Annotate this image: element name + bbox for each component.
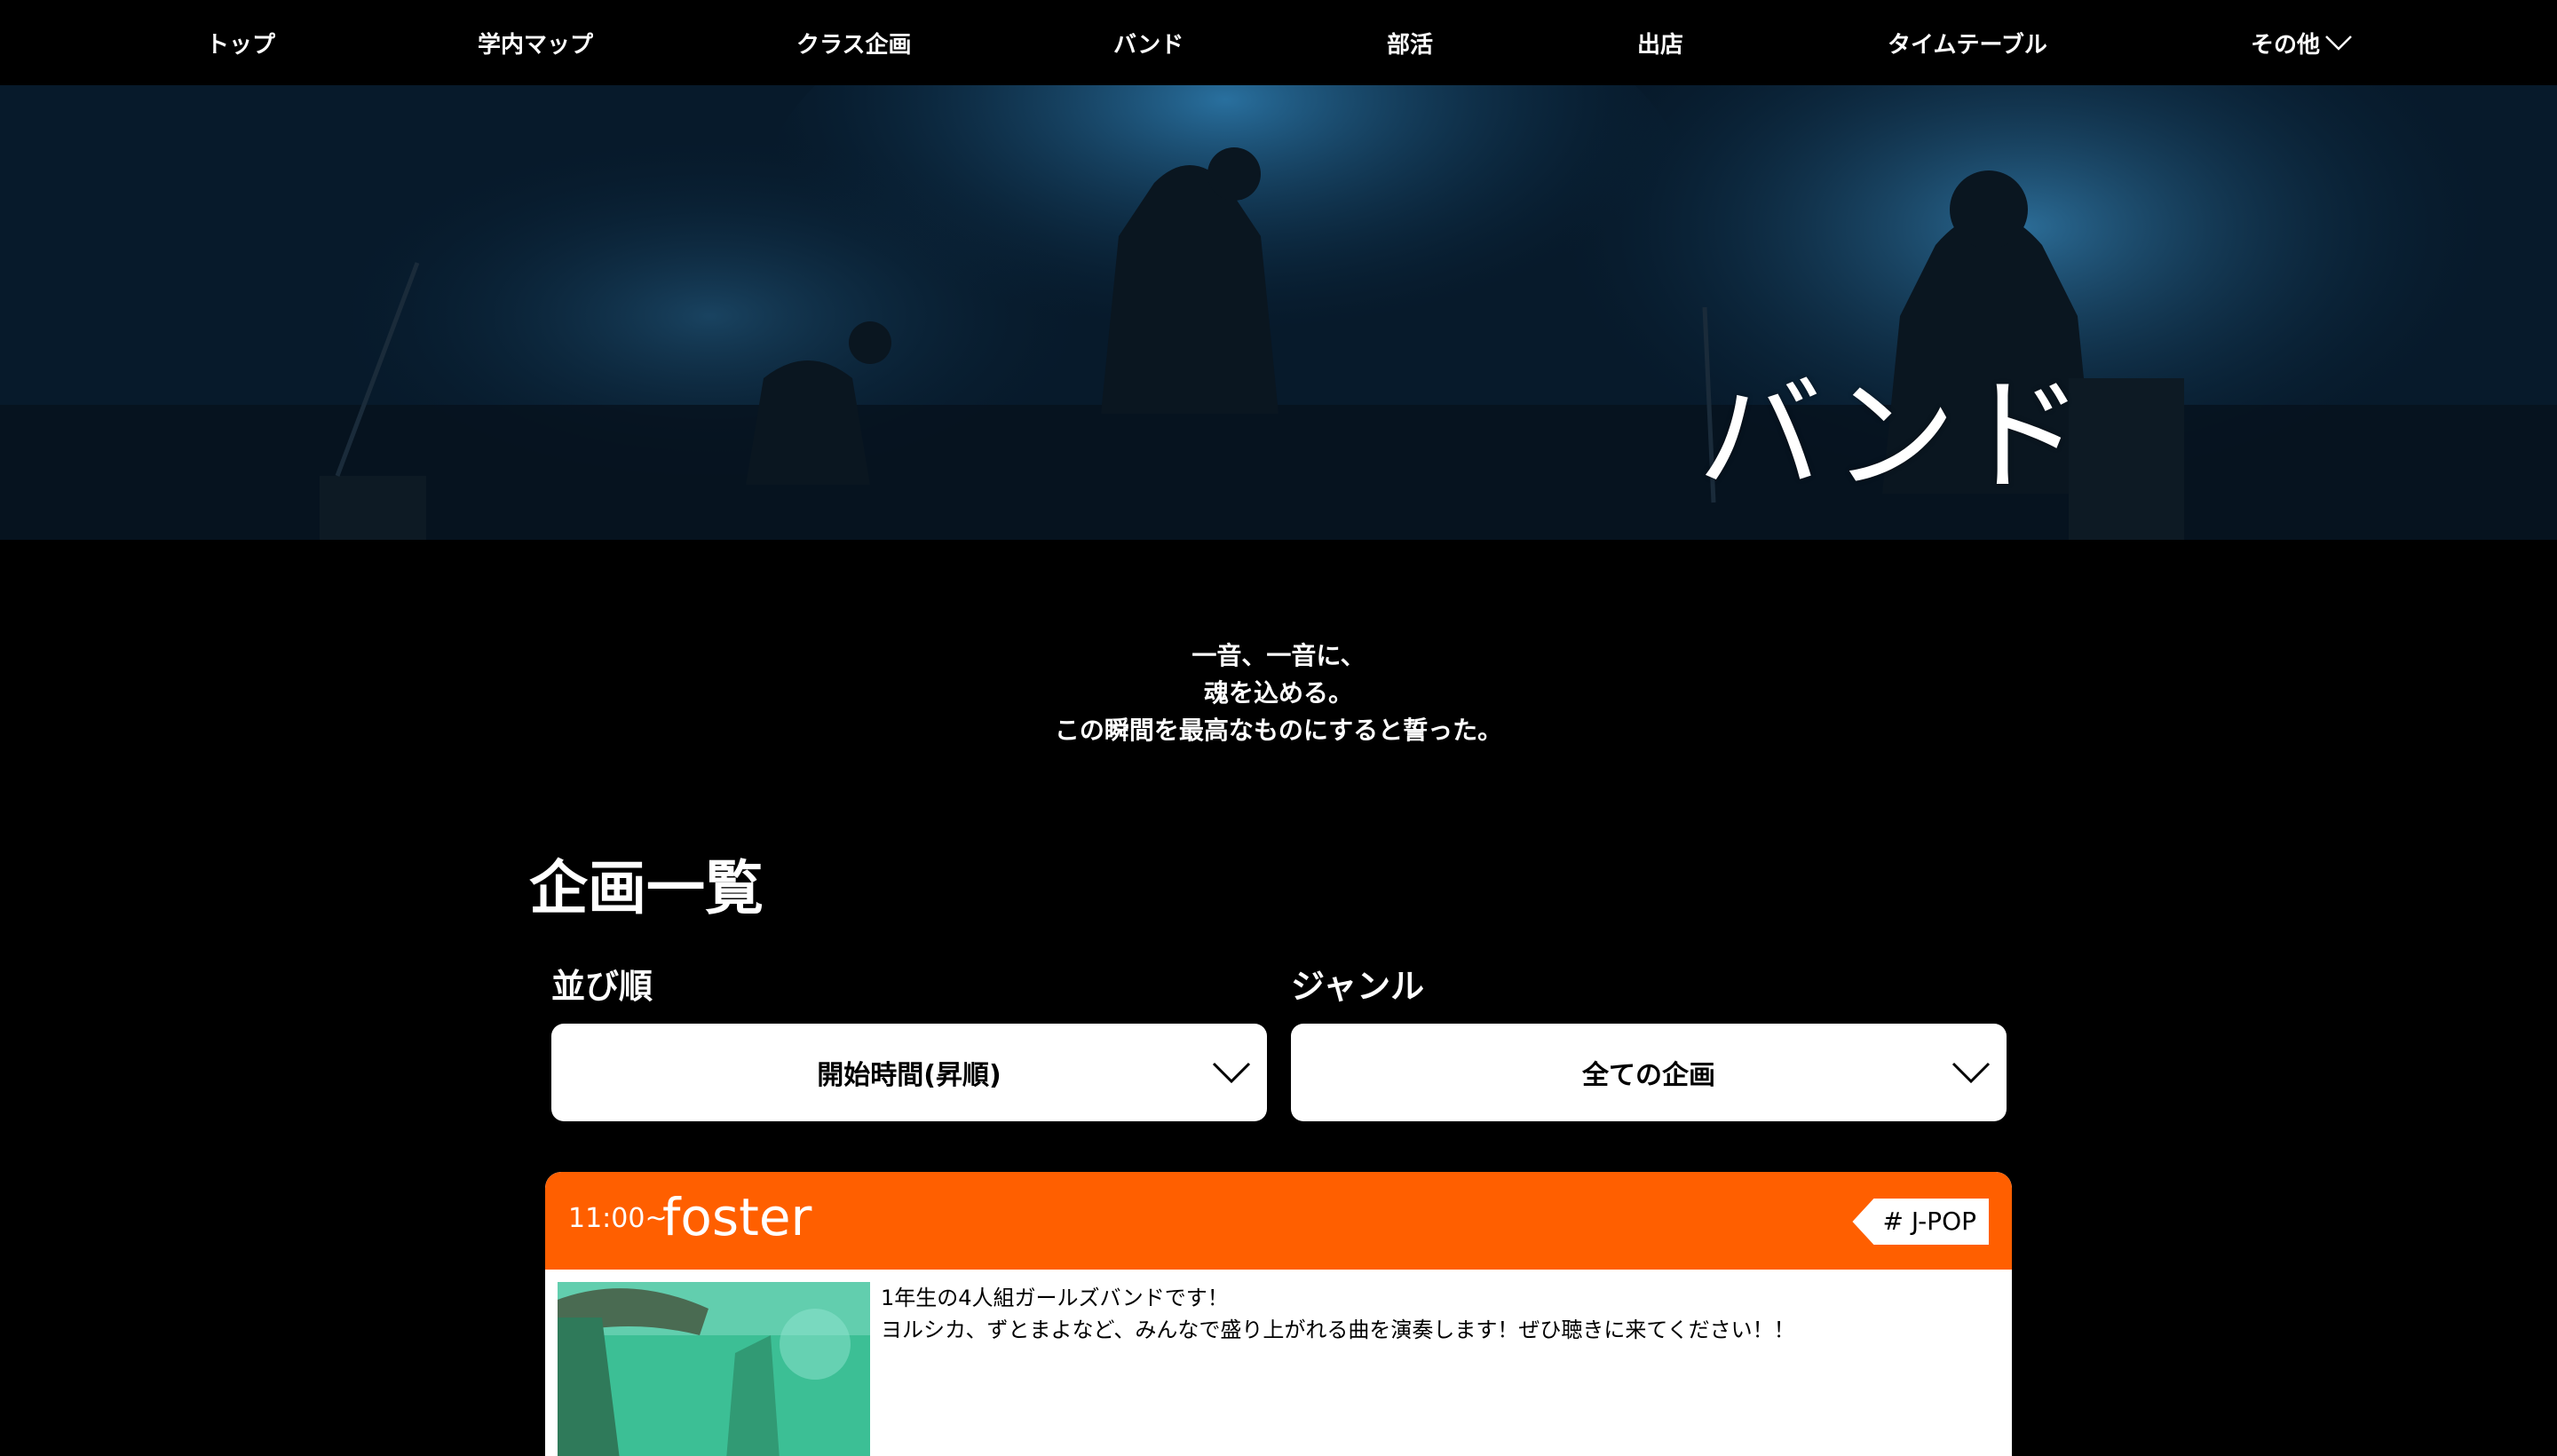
- chevron-down-icon: [2325, 36, 2352, 51]
- chevron-down-icon: [1951, 1062, 1991, 1084]
- intro-line: 魂を込める。: [1203, 678, 1353, 708]
- sort-label: 並び順: [551, 967, 653, 1006]
- event-thumbnail: [558, 1282, 870, 1456]
- event-description: 1年生の4人組ガールズバンドです！ ヨルシカ、ずとまよなど、みんなで盛り上がれる…: [881, 1282, 1795, 1346]
- event-description-line: ヨルシカ、ずとまよなど、みんなで盛り上がれる曲を演奏します！ぜひ聴きに来てくださ…: [881, 1318, 1795, 1342]
- nav-item-top[interactable]: トップ: [206, 0, 275, 85]
- event-card[interactable]: 11:00~ foster # J-POP 1年生の4人組ガールズバンドです！ …: [545, 1172, 2012, 1456]
- nav-item-band[interactable]: バンド: [1113, 0, 1184, 85]
- chevron-down-icon: [1212, 1062, 1251, 1084]
- hero-title: バンド: [1698, 364, 2088, 509]
- nav-label: その他: [2251, 31, 2321, 59]
- nav-item-shop[interactable]: 出店: [1637, 0, 1683, 85]
- nav-label: 出店: [1637, 31, 1684, 59]
- nav-label: 部活: [1387, 31, 1434, 59]
- genre-tag[interactable]: # J-POP: [1852, 1199, 1989, 1245]
- nav-item-club[interactable]: 部活: [1387, 0, 1433, 85]
- nav-label: バンド: [1113, 31, 1184, 59]
- top-nav: トップ 学内マップ クラス企画 バンド 部活 出店 タイムテーブル その他: [0, 0, 2557, 85]
- nav-item-timetable[interactable]: タイムテーブル: [1888, 0, 2047, 85]
- genre-select[interactable]: 全ての企画: [1291, 1024, 2007, 1121]
- event-description-line: 1年生の4人組ガールズバンドです！: [881, 1286, 1229, 1310]
- nav-label: 学内マップ: [478, 31, 594, 59]
- intro-text: 一音、一音に、 魂を込める。 この瞬間を最高なものにすると誓った。: [0, 637, 2557, 749]
- hero-photo: [0, 85, 2557, 540]
- event-card-header: 11:00~ foster # J-POP: [545, 1172, 2012, 1270]
- intro-line: この瞬間を最高なものにすると誓った。: [1054, 716, 1503, 745]
- genre-selected: 全ての企画: [1582, 1060, 1715, 1091]
- sort-select[interactable]: 開始時間(昇順): [551, 1024, 1267, 1121]
- nav-item-more[interactable]: その他: [2251, 0, 2354, 85]
- intro-line: 一音、一音に、: [1191, 641, 1366, 670]
- event-name: foster: [662, 1187, 812, 1247]
- hero-banner: バンド: [0, 85, 2557, 540]
- nav-label: クラス企画: [796, 31, 912, 59]
- genre-label: ジャンル: [1291, 967, 1425, 1006]
- sort-selected: 開始時間(昇順): [817, 1060, 1001, 1091]
- nav-label: タイムテーブル: [1888, 31, 2047, 59]
- nav-item-map[interactable]: 学内マップ: [478, 0, 593, 85]
- nav-item-class[interactable]: クラス企画: [796, 0, 911, 85]
- list-title: 企画一覧: [529, 854, 764, 922]
- event-time: 11:00~: [568, 1203, 668, 1234]
- nav-label: トップ: [206, 31, 276, 59]
